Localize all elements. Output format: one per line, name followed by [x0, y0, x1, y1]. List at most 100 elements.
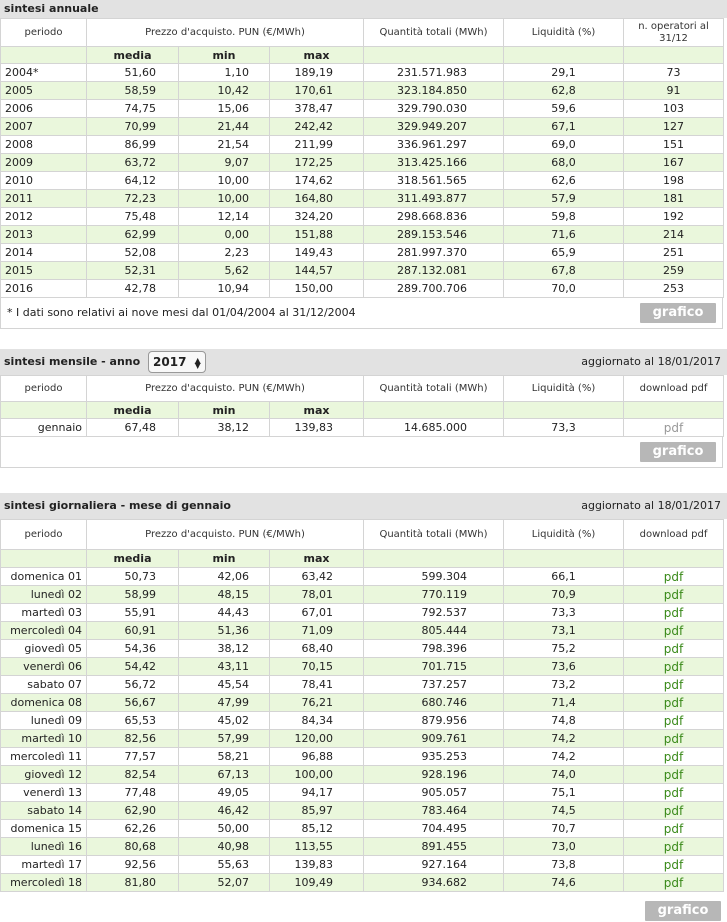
pdf-link[interactable]: pdf [623, 765, 725, 784]
cell-periodo: lunedì 16 [0, 837, 87, 856]
pdf-link[interactable]: pdf [623, 747, 725, 766]
col-media: media [86, 46, 179, 64]
cell-min: 15,06 [178, 99, 270, 118]
cell-media: 54,42 [86, 657, 179, 676]
pdf-link[interactable]: pdf [623, 675, 725, 694]
pdf-link[interactable]: pdf [623, 603, 725, 622]
cell-periodo: 2012 [0, 207, 87, 226]
cell-max: 100,00 [268, 765, 365, 784]
table-row: sabato 14 62,90 46,42 85,97 783.464 74,5 pdf [0, 801, 725, 820]
cell-liquidita: 68,0 [503, 153, 625, 172]
cell-min: 58,21 [178, 747, 270, 766]
pdf-link[interactable]: pdf [623, 657, 725, 676]
cell-min: 40,98 [178, 837, 270, 856]
pdf-link[interactable]: pdf [623, 729, 725, 748]
cell-periodo: 2016 [0, 279, 87, 298]
cell-max: 324,20 [268, 207, 365, 226]
pdf-download-link[interactable]: pdf [664, 624, 683, 638]
pdf-link[interactable]: pdf [623, 711, 725, 730]
cell-periodo: 2007 [0, 117, 87, 136]
daily-grafico-button[interactable]: grafico [645, 901, 721, 921]
cell-quantita: 599.304 [363, 567, 505, 586]
monthly-header: sintesi mensile - anno 2017 ▲ ▼ aggiornat… [0, 349, 727, 375]
pdf-link[interactable]: pdf [623, 873, 725, 892]
pdf-link[interactable]: pdf [623, 585, 725, 604]
cell-operatori: 73 [623, 63, 725, 82]
table-row: 2007 70,99 21,44 242,42 329.949.207 67,1 127 [0, 117, 725, 136]
pdf-link[interactable]: pdf [623, 801, 725, 820]
cell-liquidita: 73,8 [503, 855, 625, 874]
col-min: min [178, 549, 270, 568]
pdf-download-link[interactable]: pdf [664, 570, 683, 584]
year-select[interactable]: 2017 ▲ ▼ [148, 351, 206, 373]
cell-min: 9,07 [178, 153, 270, 172]
cell-liquidita: 59,8 [503, 207, 625, 226]
pdf-download-link[interactable]: pdf [664, 804, 683, 818]
cell-media: 52,31 [86, 261, 179, 280]
pdf-download-link[interactable]: pdf [664, 750, 683, 764]
pdf-download-link[interactable]: pdf [664, 696, 683, 710]
table-row: mercoledì 18 81,80 52,07 109,49 934.682 74,6 p… [0, 873, 725, 892]
pdf-download-link[interactable]: pdf [664, 822, 683, 836]
cell-operatori: 151 [623, 135, 725, 154]
pdf-download-link[interactable]: pdf [664, 840, 683, 854]
annual-grafico-button[interactable]: grafico [640, 303, 716, 323]
pdf-download-link[interactable]: pdf [664, 858, 683, 872]
pdf-link[interactable]: pdf [623, 639, 725, 658]
monthly-footer-bar: grafico [0, 437, 723, 468]
table-row: 2013 62,99 0,00 151,88 289.153.546 71,6 214 [0, 225, 725, 244]
monthly-grafico-button[interactable]: grafico [640, 442, 716, 462]
pdf-download-link[interactable]: pdf [664, 642, 683, 656]
cell-min: 10,00 [178, 171, 270, 190]
pdf-download-link[interactable]: pdf [664, 876, 683, 890]
cell-max: 76,21 [268, 693, 365, 712]
cell-liquidita: 73,3 [503, 418, 625, 437]
pdf-link[interactable]: pdf [623, 855, 725, 874]
pdf-download-link[interactable]: pdf [664, 678, 683, 692]
table-row: domenica 08 56,67 47,99 76,21 680.746 71,4 pdf [0, 693, 725, 712]
annual-body: 2004* 51,60 1,10 189,19 231.571.983 29,1 73 200… [0, 63, 725, 298]
pdf-link[interactable]: pdf [623, 837, 725, 856]
daily-section: sintesi giornaliera - mese di gennaio ag… [0, 493, 727, 922]
cell-min: 2,23 [178, 243, 270, 262]
pdf-link[interactable]: pdf [623, 418, 725, 437]
cell-quantita: 909.761 [363, 729, 505, 748]
cell-min: 43,11 [178, 657, 270, 676]
cell-quantita: 770.119 [363, 585, 505, 604]
cell-quantita: 231.571.983 [363, 63, 505, 82]
cell-periodo: venerdì 13 [0, 783, 87, 802]
col-liquidita: Liquidità (%) [503, 519, 625, 550]
cell-operatori: 259 [623, 261, 725, 280]
cell-periodo: 2006 [0, 99, 87, 118]
daily-updated: aggiornato al 18/01/2017 [581, 499, 721, 512]
pdf-download-link[interactable]: pdf [664, 714, 683, 728]
cell-max: 211,99 [268, 135, 365, 154]
pdf-link[interactable]: pdf [623, 819, 725, 838]
pdf-download-link[interactable]: pdf [664, 768, 683, 782]
cell-operatori: 253 [623, 279, 725, 298]
cell-min: 0,00 [178, 225, 270, 244]
cell-media: 50,73 [86, 567, 179, 586]
cell-media: 56,72 [86, 675, 179, 694]
pdf-download-link[interactable]: pdf [664, 606, 683, 620]
pdf-download-link[interactable]: pdf [664, 421, 683, 435]
pdf-download-link[interactable]: pdf [664, 732, 683, 746]
pdf-link[interactable]: pdf [623, 783, 725, 802]
pdf-link[interactable]: pdf [623, 567, 725, 586]
cell-liquidita: 57,9 [503, 189, 625, 208]
annual-subheader-row: media min max [0, 46, 725, 64]
cell-liquidita: 74,6 [503, 873, 625, 892]
cell-quantita: 704.495 [363, 819, 505, 838]
cell-min: 21,54 [178, 135, 270, 154]
pdf-link[interactable]: pdf [623, 693, 725, 712]
cell-quantita: 287.132.081 [363, 261, 505, 280]
pdf-download-link[interactable]: pdf [664, 660, 683, 674]
cell-periodo: lunedì 09 [0, 711, 87, 730]
cell-media: 77,48 [86, 783, 179, 802]
pdf-download-link[interactable]: pdf [664, 588, 683, 602]
cell-max: 164,80 [268, 189, 365, 208]
pdf-download-link[interactable]: pdf [664, 786, 683, 800]
pdf-link[interactable]: pdf [623, 621, 725, 640]
col-liquidita: Liquidità (%) [503, 18, 625, 47]
cell-max: 78,41 [268, 675, 365, 694]
